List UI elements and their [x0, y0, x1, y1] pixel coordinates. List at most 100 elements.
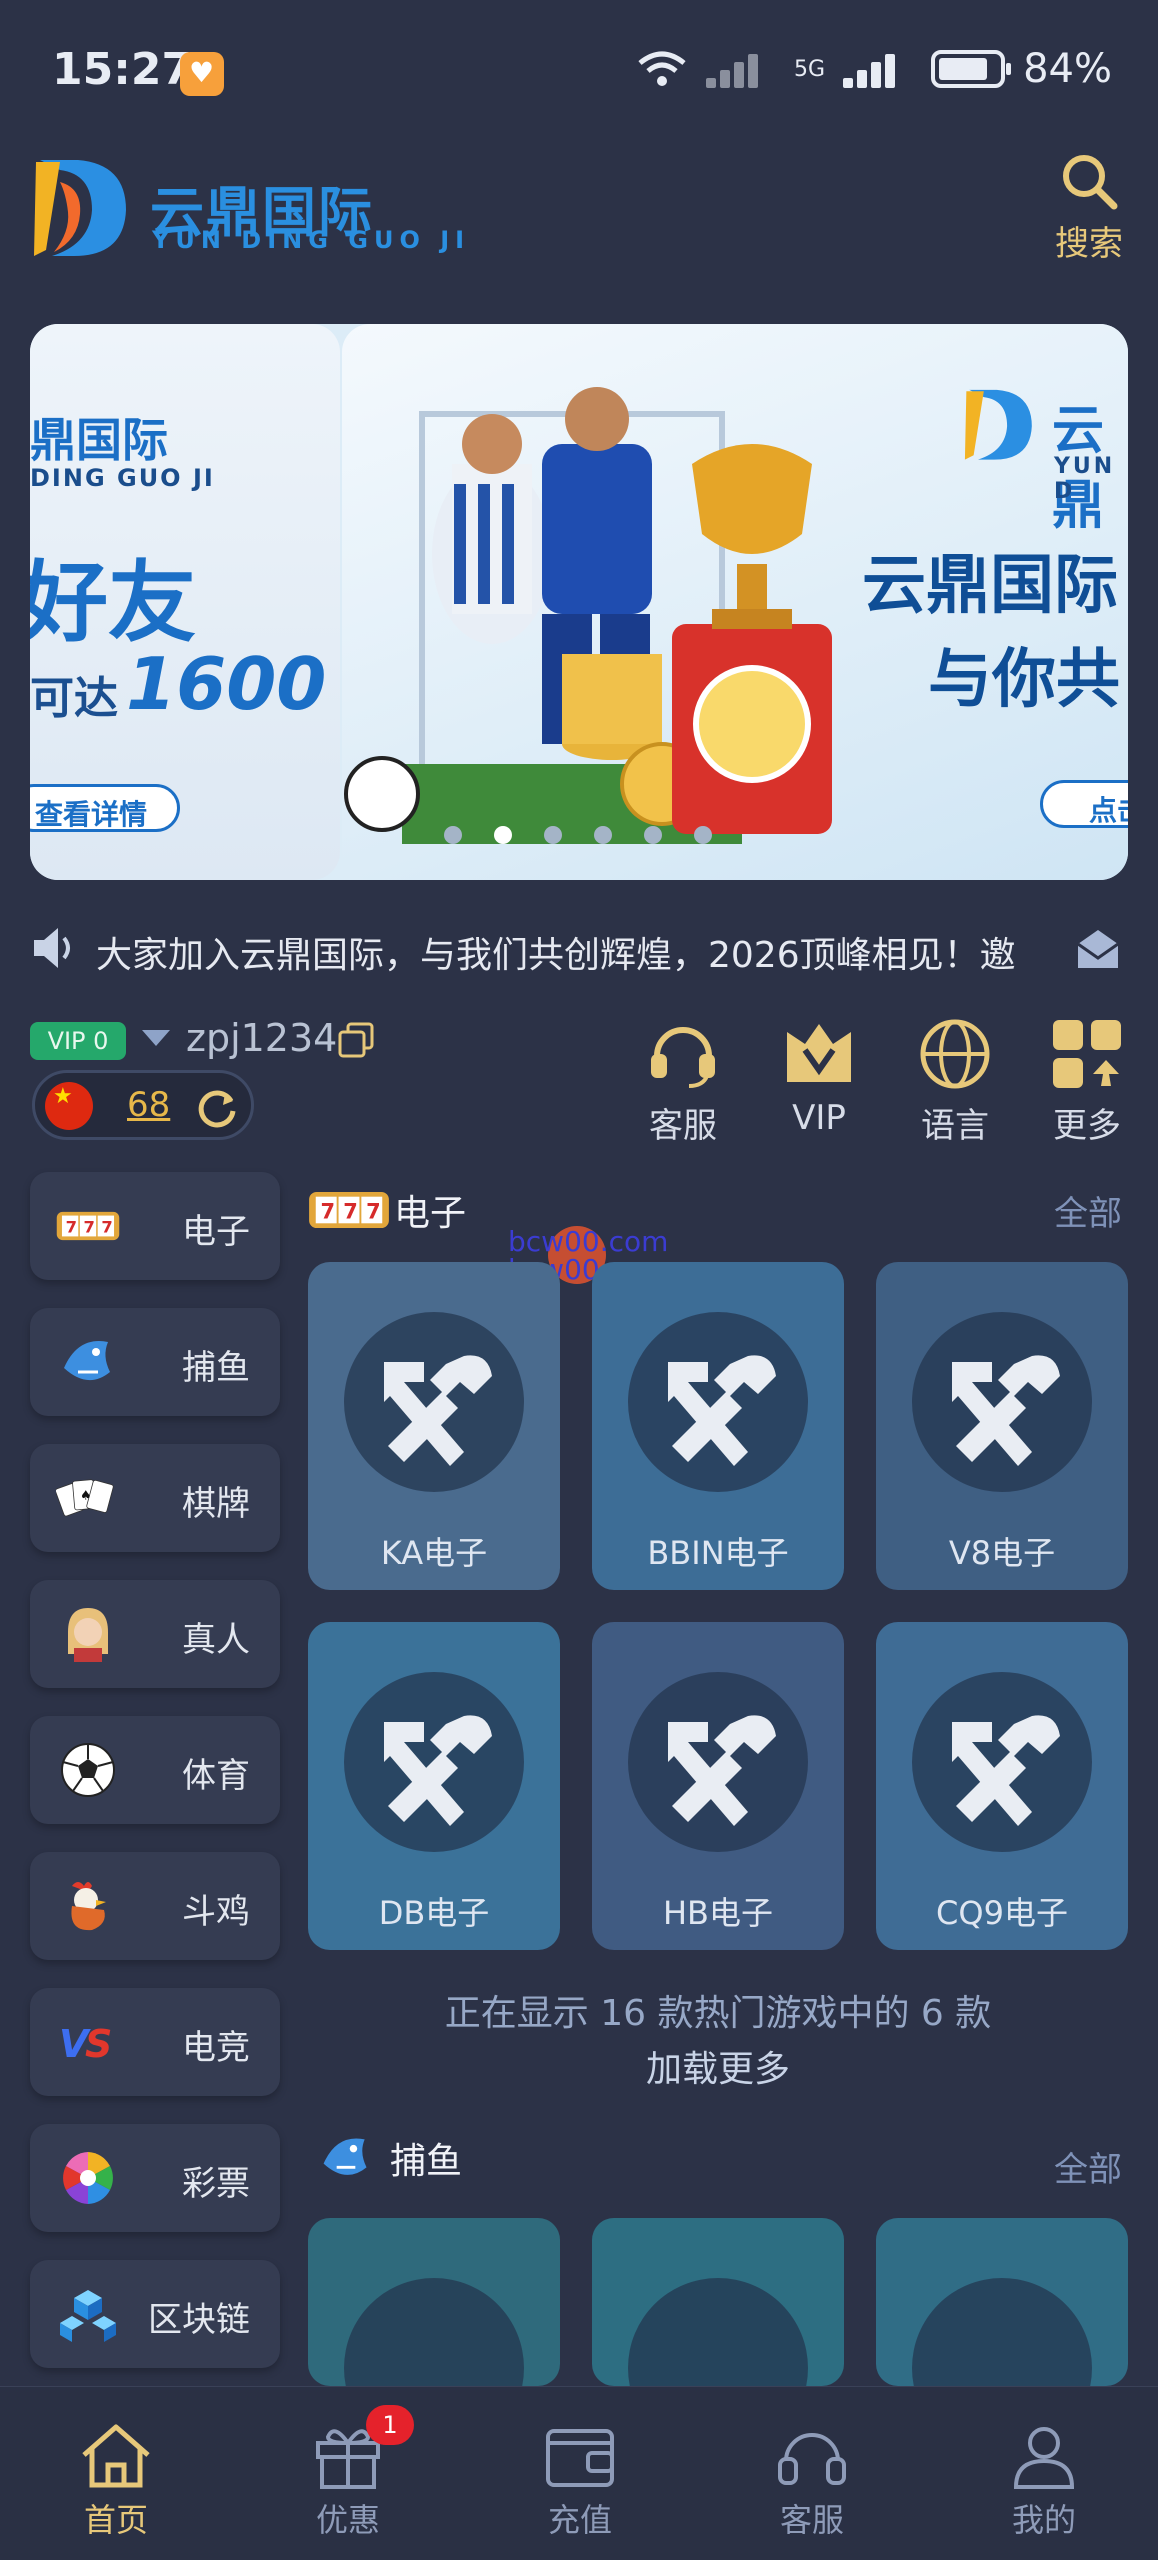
carousel-dot[interactable] — [644, 826, 662, 844]
section-electronic-all-link[interactable]: 全部 — [1054, 1186, 1122, 1235]
wallet-icon — [546, 2429, 614, 2487]
games-shown-info: 正在显示 16 款热门游戏中的 6 款 — [444, 1993, 992, 2034]
refresh-icon[interactable] — [195, 1085, 239, 1129]
balance-amount[interactable]: 68 — [127, 1085, 170, 1125]
carousel-dot[interactable] — [694, 826, 712, 844]
banner-left-amount: 1600 — [126, 642, 327, 726]
app-notification-icon — [180, 52, 224, 96]
banner-right-headline-1: 云鼎国际 — [862, 549, 1118, 623]
game-card[interactable]: V8电子 — [876, 1262, 1128, 1590]
quick-language-label: 语言 — [921, 1106, 989, 1146]
banner-left-amount-prefix: 可达 — [30, 673, 118, 724]
category-live[interactable]: 真人 — [30, 1580, 280, 1688]
load-more-button[interactable]: 加载更多 — [308, 2040, 1128, 2092]
headset-icon — [651, 1027, 715, 1088]
mail-icon[interactable] — [1074, 924, 1122, 972]
svg-text:S: S — [85, 2022, 112, 2066]
announcement-marquee[interactable]: 大家加入云鼎国际，与我们共创辉煌，2026顶峰相见！邀 — [30, 918, 1128, 980]
fishing-game-card[interactable] — [876, 2218, 1128, 2386]
quick-language[interactable]: 语言 — [900, 1016, 1010, 1146]
quick-customer-service[interactable]: 客服 — [628, 1016, 738, 1146]
nav-promotions[interactable]: 优惠 1 — [248, 2387, 448, 2560]
carousel-dot-active[interactable] — [494, 826, 512, 844]
carousel-dot[interactable] — [444, 826, 462, 844]
category-live-label: 真人 — [182, 1620, 250, 1660]
category-cards[interactable]: ♠ 棋牌 — [30, 1444, 280, 1552]
nav-home-label: 首页 — [83, 2501, 148, 2539]
promotions-badge: 1 — [366, 2405, 414, 2445]
shark-icon — [323, 2138, 367, 2175]
category-sports[interactable]: 体育 — [30, 1716, 280, 1824]
section-electronic-title: 电子 — [394, 1193, 467, 1234]
china-flag-icon — [45, 1082, 93, 1130]
category-lottery[interactable]: 彩票 — [30, 2124, 280, 2232]
category-fishing[interactable]: 捕鱼 — [30, 1308, 280, 1416]
maintenance-tools-icon — [668, 1355, 776, 1466]
svg-text:7: 7 — [343, 1200, 358, 1224]
promo-banner-carousel[interactable]: 鼎国际 DING GUO JI 好友 可达 1600 查看详情 云鼎 YUN D… — [30, 324, 1128, 880]
banner-right-click-button[interactable]: 点击 — [1040, 780, 1128, 828]
nav-profile[interactable]: 我的 — [944, 2387, 1144, 2560]
svg-text:7: 7 — [366, 1200, 381, 1224]
category-sports-label: 体育 — [182, 1756, 250, 1796]
svg-text:7: 7 — [84, 1218, 95, 1237]
status-time: 15:27 — [52, 44, 193, 95]
maintenance-tools-icon — [384, 1355, 492, 1466]
nav-home[interactable]: 首页 — [16, 2387, 216, 2560]
carousel-dot[interactable] — [594, 826, 612, 844]
fishing-game-card[interactable] — [592, 2218, 844, 2386]
section-fishing-all-link[interactable]: 全部 — [1054, 2142, 1122, 2191]
blockchain-icon — [56, 2284, 120, 2344]
category-lottery-label: 彩票 — [182, 2164, 250, 2204]
category-cockfight[interactable]: 斗鸡 — [30, 1852, 280, 1960]
fishing-game-card[interactable] — [308, 2218, 560, 2386]
quick-more[interactable]: 更多 — [1032, 1016, 1142, 1146]
marquee-text: 大家加入云鼎国际，与我们共创辉煌，2026顶峰相见！邀 — [96, 935, 1016, 976]
quick-vip[interactable]: VIP — [764, 1016, 874, 1146]
search-button[interactable]: 搜索 — [1044, 150, 1134, 264]
game-card-name: CQ9电子 — [936, 1894, 1068, 1932]
user-dropdown-icon[interactable] — [142, 1030, 170, 1046]
game-card[interactable]: CQ9电子 — [876, 1622, 1128, 1950]
svg-text:7: 7 — [101, 1218, 112, 1237]
banner-left-brand: 鼎国际 — [30, 413, 168, 467]
category-esports[interactable]: VS 电竞 — [30, 1988, 280, 2096]
rooster-icon — [56, 1876, 120, 1936]
game-card[interactable]: BBIN电子 — [592, 1262, 844, 1590]
banner-slide-current[interactable]: 云鼎 YUN D 云鼎国际 与你共 点击 — [342, 324, 1128, 880]
banner-right-click-label: 点击 — [1089, 794, 1128, 827]
svg-text:♠: ♠ — [80, 1489, 91, 1504]
copy-icon[interactable] — [338, 1022, 374, 1058]
search-label: 搜索 — [1055, 224, 1123, 264]
section-electronic-header: 777 电子 — [308, 1184, 466, 1236]
game-card[interactable]: HB电子 — [592, 1622, 844, 1950]
nav-profile-label: 我的 — [1011, 2501, 1076, 2539]
category-fishing-label: 捕鱼 — [182, 1348, 250, 1388]
slot-777-icon: 777 — [309, 1191, 389, 1229]
signal-2-icon — [843, 50, 913, 88]
banner-slide-previous[interactable]: 鼎国际 DING GUO JI 好友 可达 1600 查看详情 — [30, 324, 340, 880]
game-card[interactable]: KA电子 — [308, 1262, 560, 1590]
game-card[interactable]: DB电子 — [308, 1622, 560, 1950]
status-bar: 15:27 5G 84% — [0, 0, 1158, 140]
shark-icon — [56, 1332, 120, 1392]
category-cards-label: 棋牌 — [182, 1484, 250, 1524]
watermark-line-1: bcw00.com — [508, 1225, 669, 1258]
soccer-ball-icon — [56, 1740, 120, 1800]
nav-customer-service[interactable]: 客服 — [712, 2387, 912, 2560]
svg-text:7: 7 — [66, 1218, 77, 1237]
banner-left-details-label: 查看详情 — [35, 798, 148, 831]
banner-left-details-button[interactable]: 查看详情 — [30, 784, 180, 832]
bottom-nav: 首页 优惠 1 充值 客服 我的 — [0, 2386, 1158, 2560]
category-esports-label: 电竞 — [182, 2028, 250, 2068]
category-blockchain[interactable]: 区块链 — [30, 2260, 280, 2368]
speaker-icon — [34, 928, 70, 968]
category-electronic[interactable]: 777 电子 — [30, 1172, 280, 1280]
balance-pill: 68 — [32, 1070, 254, 1140]
category-blockchain-label: 区块链 — [148, 2300, 250, 2340]
nav-deposit[interactable]: 充值 — [480, 2387, 680, 2560]
game-card-name: BBIN电子 — [647, 1534, 789, 1572]
logo-icon — [34, 160, 126, 256]
search-icon — [1063, 155, 1118, 210]
carousel-dot[interactable] — [544, 826, 562, 844]
